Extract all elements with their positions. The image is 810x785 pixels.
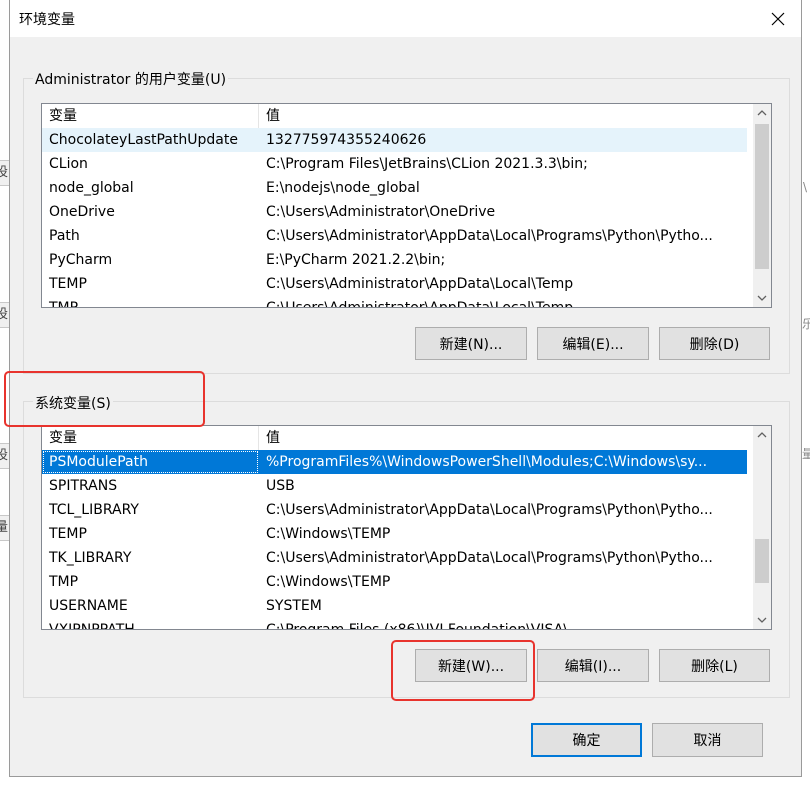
ok-button[interactable]: 确定 — [531, 723, 642, 757]
variable-value: C:\Users\Administrator\AppData\Local\Pro… — [266, 502, 713, 518]
user-variables-scrollbar[interactable] — [753, 104, 771, 307]
system-variables-list[interactable]: 变量 值 PSModulePath %ProgramFiles%\WindowsP… — [41, 425, 772, 630]
system-variables-scrollbar[interactable] — [753, 426, 771, 629]
system-variables-group-label: 系统变量(S) — [33, 393, 113, 413]
variable-name: Path — [49, 228, 80, 244]
system-new-button[interactable]: 新建(W)... — [415, 649, 527, 682]
variable-name: node_global — [49, 180, 134, 196]
chevron-up-icon — [757, 110, 767, 116]
variable-value: C:\Users\Administrator\AppData\Local\Tem… — [266, 276, 574, 292]
user-variables-list[interactable]: 变量 值 ChocolateyLastPathUpdate 13277597435… — [41, 103, 772, 308]
variable-value: %ProgramFiles%\WindowsPowerShell\Modules… — [266, 454, 708, 470]
table-row[interactable]: VXIPNPPATH C:\Program Files (x86)\IVI Fou… — [42, 618, 747, 630]
user-delete-button[interactable]: 删除(D) — [659, 327, 770, 360]
variable-value: USB — [266, 478, 295, 494]
variable-name: PyCharm — [49, 252, 113, 268]
scrollbar-thumb[interactable] — [755, 124, 769, 269]
screen: 设 设 设 量 \ 乐 量 环境变量 Administrator 的用户变量(U… — [0, 0, 810, 785]
scroll-up-button[interactable] — [753, 426, 771, 444]
variable-value: C:\Windows\TEMP — [266, 526, 391, 542]
variable-name: USERNAME — [49, 598, 128, 614]
variable-name: VXIPNPPATH — [49, 622, 135, 630]
variable-value: E:\nodejs\node_global — [266, 180, 420, 196]
variable-value: C:\Users\Administrator\AppData\Local\Pro… — [266, 550, 713, 566]
table-row[interactable]: Path C:\Users\Administrator\AppData\Local… — [42, 224, 747, 248]
user-variables-group-label: Administrator 的用户变量(U) — [33, 69, 229, 89]
variable-name: ChocolateyLastPathUpdate — [49, 132, 238, 148]
variable-name: OneDrive — [49, 204, 115, 220]
column-header-name[interactable]: 变量 — [42, 426, 259, 450]
variable-value: SYSTEM — [266, 598, 322, 614]
cancel-button[interactable]: 取消 — [652, 723, 763, 757]
system-delete-button[interactable]: 删除(L) — [659, 649, 770, 682]
table-row[interactable]: node_global E:\nodejs\node_global — [42, 176, 747, 200]
dialog-title: 环境变量 — [19, 12, 75, 28]
table-row[interactable]: TEMP C:\Users\Administrator\AppData\Local… — [42, 272, 747, 296]
scroll-down-button[interactable] — [753, 611, 771, 629]
chevron-down-icon — [757, 295, 767, 301]
background-text-fragment: 量 — [802, 447, 810, 461]
variable-name: TCL_LIBRARY — [49, 502, 139, 518]
variable-value: E:\PyCharm 2021.2.2\bin; — [266, 252, 446, 268]
user-new-button[interactable]: 新建(N)... — [415, 327, 527, 360]
background-text-fragment: 乐 — [802, 317, 810, 331]
table-row[interactable]: USERNAME SYSTEM — [42, 594, 747, 618]
variable-name: TMP — [49, 574, 79, 590]
chevron-down-icon — [757, 617, 767, 623]
table-row[interactable]: TK_LIBRARY C:\Users\Administrator\AppData… — [42, 546, 747, 570]
user-variables-list-header: 变量 值 — [42, 104, 747, 128]
table-row[interactable]: TCL_LIBRARY C:\Users\Administrator\AppDat… — [42, 498, 747, 522]
table-row[interactable]: CLion C:\Program Files\JetBrains\CLion 20… — [42, 152, 747, 176]
variable-name: TMP — [49, 300, 79, 308]
variable-value: C:\Users\Administrator\OneDrive — [266, 204, 496, 220]
system-variables-list-header: 变量 值 — [42, 426, 747, 450]
column-header-name[interactable]: 变量 — [42, 104, 259, 128]
user-variables-rows: ChocolateyLastPathUpdate 1327759743552406… — [42, 128, 747, 308]
scroll-down-button[interactable] — [753, 289, 771, 307]
variable-value: C:\Windows\TEMP — [266, 574, 391, 590]
variable-value: 132775974355240626 — [266, 132, 427, 148]
scrollbar-thumb[interactable] — [755, 539, 769, 583]
title-bar: 环境变量 — [10, 0, 801, 37]
table-row[interactable]: SPITRANS USB — [42, 474, 747, 498]
system-edit-button[interactable]: 编辑(I)... — [537, 649, 649, 682]
table-row[interactable]: PyCharm E:\PyCharm 2021.2.2\bin; — [42, 248, 747, 272]
variable-name: CLion — [49, 156, 88, 172]
chevron-up-icon — [757, 432, 767, 438]
variable-value: C:\Program Files (x86)\IVI Foundation\VI… — [266, 622, 568, 630]
close-icon — [771, 12, 785, 25]
system-variables-rows: PSModulePath %ProgramFiles%\WindowsPowerS… — [42, 450, 747, 630]
background-text-fragment: \ — [803, 180, 808, 194]
scroll-up-button[interactable] — [753, 104, 771, 122]
variable-value: C:\Program Files\JetBrains\CLion 2021.3.… — [266, 156, 588, 172]
variable-name: SPITRANS — [49, 478, 118, 494]
variable-value: C:\Users\Administrator\AppData\Local\Pro… — [266, 228, 713, 244]
column-header-value[interactable]: 值 — [259, 426, 747, 450]
table-row[interactable]: TEMP C:\Windows\TEMP — [42, 522, 747, 546]
variable-name: PSModulePath — [42, 450, 259, 474]
close-button[interactable] — [755, 0, 801, 37]
column-header-value[interactable]: 值 — [259, 104, 747, 128]
user-edit-button[interactable]: 编辑(E)... — [537, 327, 649, 360]
environment-variables-dialog: 环境变量 Administrator 的用户变量(U) 变量 值 Chocola… — [9, 0, 802, 777]
variable-value: C:\Users\Administrator\AppData\Local\Tem… — [266, 300, 574, 308]
table-row[interactable]: OneDrive C:\Users\Administrator\OneDrive — [42, 200, 747, 224]
variable-name: TK_LIBRARY — [49, 550, 132, 566]
table-row[interactable]: TMP C:\Users\Administrator\AppData\Local\… — [42, 296, 747, 308]
variable-name: TEMP — [49, 526, 87, 542]
table-row[interactable]: TMP C:\Windows\TEMP — [42, 570, 747, 594]
table-row[interactable]: ChocolateyLastPathUpdate 1327759743552406… — [42, 128, 747, 152]
table-row-selected[interactable]: PSModulePath %ProgramFiles%\WindowsPowerS… — [42, 450, 747, 474]
variable-name: TEMP — [49, 276, 87, 292]
